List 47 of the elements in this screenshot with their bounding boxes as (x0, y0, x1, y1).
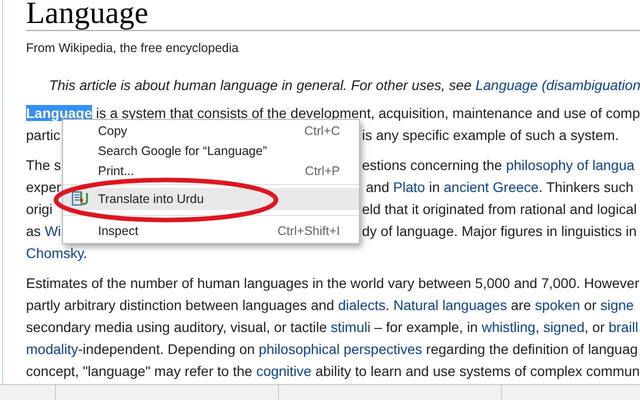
body-text: as Wi (26, 223, 62, 239)
body-text: Language is a system that consists of the development, acquisition, maintenance and use of comp (26, 104, 640, 123)
body-text: modality-independent. Depending on philosophical perspectives regarding the definition of languag (26, 340, 638, 359)
article-link[interactable]: dialects (338, 297, 386, 313)
body-text: dy of language. Major figures in linguistics in (362, 222, 637, 241)
body-text: Estimates of the number of human languages in the world vary between 5,000 and 7,000. However (26, 274, 640, 293)
article-link[interactable]: Language (disambiguation (475, 77, 640, 93)
body-text: is any specific example of such a system. (362, 126, 619, 145)
article-link[interactable]: Plato (393, 179, 426, 195)
article-link[interactable]: philosophy of langua (506, 157, 634, 173)
article-link[interactable]: Wi (44, 223, 62, 239)
body-text: Chomsky. (26, 244, 88, 263)
article-link[interactable]: stimuli (330, 319, 370, 335)
article-link[interactable]: modality (26, 341, 78, 357)
menu-item[interactable]: Print... Ctrl+P (63, 161, 359, 181)
menu-item[interactable]: Translate into Urdu (63, 188, 359, 210)
page-title: Language (26, 0, 640, 31)
article-link[interactable]: Chomsky (26, 245, 84, 261)
shortcut-text: Ctrl+Shift+I (277, 224, 340, 238)
article-link[interactable]: Natural languages (393, 297, 507, 313)
article-link[interactable]: cognitive (256, 363, 312, 379)
shortcut-text: Ctrl+P (304, 164, 340, 178)
menu-item[interactable]: Inspect Ctrl+Shift+I (63, 221, 359, 241)
body-text: concept, "language" may refer to the cognitive ability to learn and use systems of complex commun (26, 362, 640, 381)
body-text: and Plato in ancient Greece. Thinkers such (364, 178, 634, 197)
body-text: secondary media using auditory, visual, or tactile stimuli – for example, in whistling, signed, or braill (26, 318, 638, 337)
article-link[interactable]: spoken (534, 297, 580, 313)
body-text: estions concerning the philosophy of langua (362, 156, 634, 175)
translate-extension-icon (71, 190, 89, 208)
article-link[interactable]: braill (608, 319, 638, 335)
body-text: partly arbitrary distinction between languages and dialects. Natural languages are spoken or signe (26, 296, 634, 315)
body-text: exper (26, 179, 62, 195)
body-text: origi (26, 201, 52, 217)
body-text: The s (26, 157, 62, 173)
article-link[interactable]: ancient Greece (444, 179, 539, 195)
tagline: From Wikipedia, the free encyclopedia (26, 40, 240, 57)
article-link[interactable]: signe (600, 297, 634, 313)
selected-text: Language (26, 105, 92, 121)
article-link[interactable]: philosophical perspectives (258, 341, 422, 357)
menu-item[interactable]: Search Google for “Language” (63, 141, 359, 161)
body-text: partic (26, 127, 60, 143)
hatnote: This article is about human language in general. For other uses, see Language (disambiguation (48, 76, 640, 95)
menu-item[interactable]: Copy Ctrl+C (63, 121, 359, 141)
article-link[interactable]: signed (543, 319, 584, 335)
article-link[interactable]: whistling (482, 319, 536, 335)
body-text: eld that it originated from rational and logical (362, 200, 637, 219)
shortcut-text: Ctrl+C (304, 124, 340, 138)
